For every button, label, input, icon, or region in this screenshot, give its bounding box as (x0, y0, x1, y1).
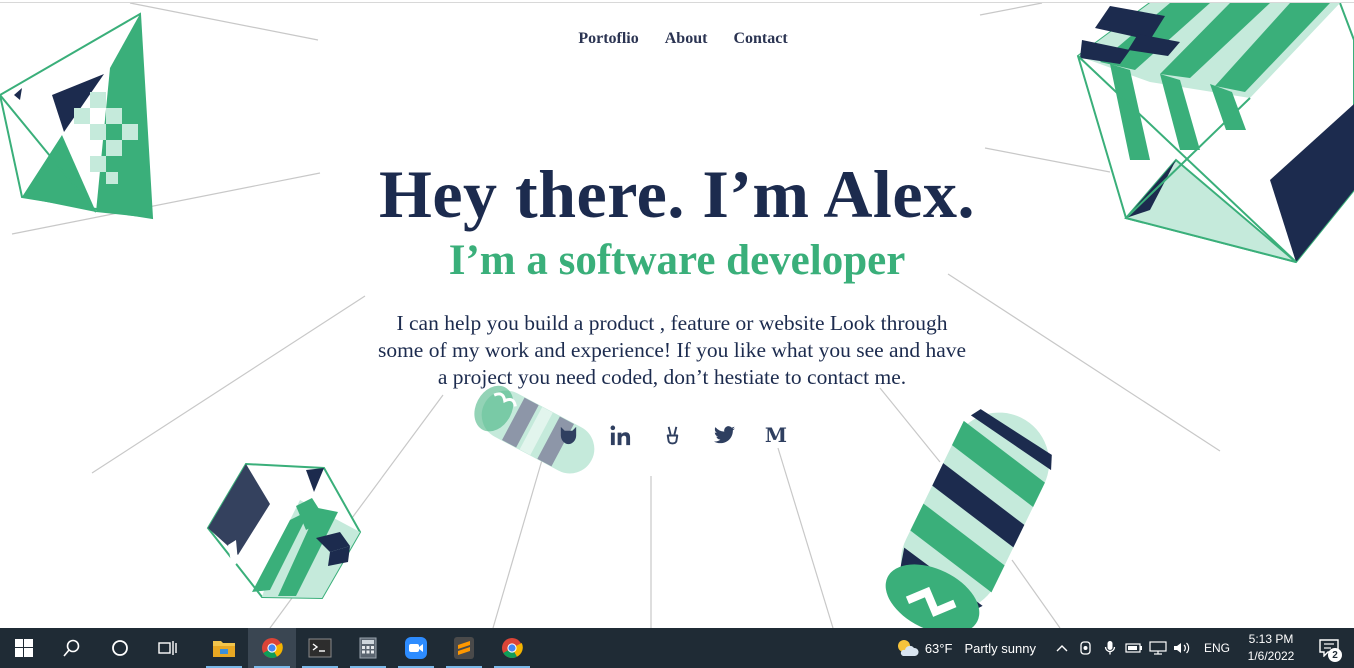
cortana-icon[interactable] (96, 628, 144, 668)
twitter-icon[interactable] (712, 422, 736, 448)
top-border (0, 2, 1354, 3)
notification-center-icon[interactable]: 2 (1310, 628, 1348, 668)
language-indicator[interactable]: ENG (1204, 641, 1230, 655)
notification-badge: 2 (1328, 648, 1342, 662)
terminal-icon[interactable] (296, 628, 344, 668)
network-icon[interactable] (1146, 628, 1170, 668)
weather-condition: Partly sunny (964, 640, 1036, 656)
social-links: M (556, 422, 788, 448)
zoom-icon[interactable] (392, 628, 440, 668)
medium-icon[interactable]: M (764, 422, 788, 448)
partly-sunny-icon (897, 640, 919, 656)
chrome-icon-second[interactable] (488, 628, 536, 668)
hero-title: Hey there. I’m Alex. (378, 156, 976, 232)
nav-contact[interactable]: Contact (733, 30, 787, 48)
sublime-text-icon[interactable] (440, 628, 488, 668)
chevron-up-icon[interactable] (1050, 628, 1074, 668)
task-view-icon[interactable] (144, 628, 192, 668)
hero-description: I can help you build a product , feature… (377, 311, 967, 389)
system-tray: 63°F Partly sunny ENG 5:13 PM 1/6/2022 2 (895, 628, 1354, 668)
hero-subtitle: I’m a software developer (448, 237, 906, 284)
microphone-icon[interactable] (1098, 628, 1122, 668)
gift-cylinder-large (885, 409, 1052, 628)
weather-widget[interactable]: 63°F Partly sunny (895, 638, 1036, 658)
calculator-icon[interactable] (344, 628, 392, 668)
start-icon[interactable] (0, 628, 48, 668)
volume-icon[interactable] (1170, 628, 1194, 668)
gift-box-bottom-left (206, 462, 362, 600)
main-nav: Portoflio About Contact (0, 30, 1354, 48)
clock-time: 5:13 PM (1248, 632, 1294, 646)
github-icon[interactable] (556, 422, 580, 448)
meet-now-icon[interactable] (1074, 628, 1098, 668)
nav-about[interactable]: About (665, 30, 708, 48)
chrome-icon[interactable] (248, 628, 296, 668)
file-explorer-icon[interactable] (200, 628, 248, 668)
nav-portfolio[interactable]: Portoflio (578, 30, 638, 48)
clock[interactable]: 5:13 PM 1/6/2022 (1244, 631, 1298, 665)
clock-date: 1/6/2022 (1247, 649, 1295, 663)
windows-taskbar: 63°F Partly sunny ENG 5:13 PM 1/6/2022 2 (0, 628, 1354, 668)
weather-temp: 63°F (924, 640, 953, 656)
linkedin-icon[interactable] (608, 422, 632, 448)
angellist-icon[interactable] (660, 422, 684, 448)
battery-icon[interactable] (1122, 628, 1146, 668)
search-icon[interactable] (48, 628, 96, 668)
